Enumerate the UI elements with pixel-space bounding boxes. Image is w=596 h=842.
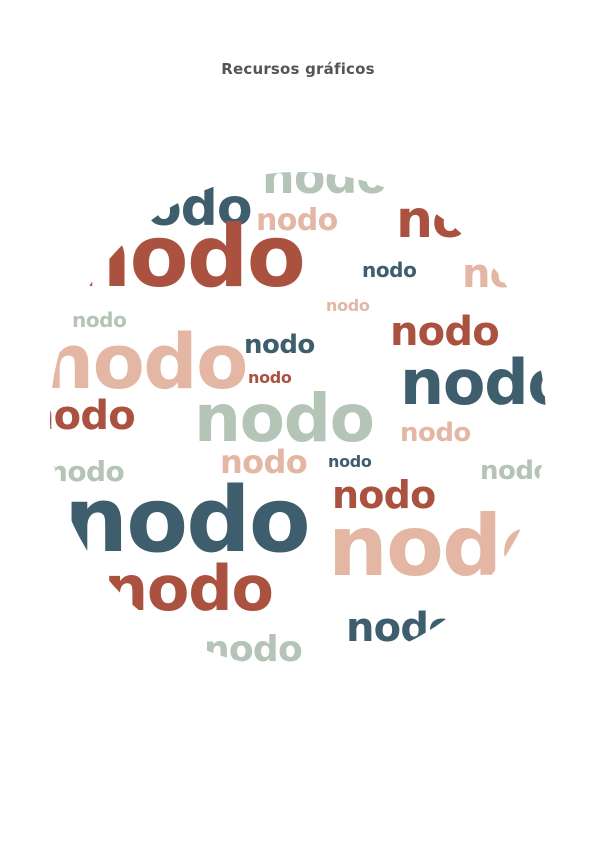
nodo-word: nodo: [346, 605, 456, 651]
nodo-word: nodo: [104, 552, 274, 625]
nodo-word: nodo: [362, 258, 417, 282]
nodo-word: nodo: [396, 190, 539, 250]
page-title: Recursos gráficos: [221, 60, 375, 78]
nodo-word: nodo: [326, 296, 370, 315]
nodo-word: nodo: [70, 207, 306, 307]
nodo-word: nodo: [50, 393, 136, 439]
nodo-word: nodo: [462, 251, 546, 297]
nodo-word: nodo: [262, 172, 388, 204]
nodo-word-circle: nodonodonodonodonodonodonodonodonodonodo…: [50, 172, 546, 668]
nodo-word: nodo: [400, 346, 546, 419]
nodo-word: nodo: [204, 629, 303, 668]
nodo-word: nodo: [328, 452, 372, 471]
nodo-word: nodo: [400, 418, 471, 448]
nodo-word: nodo: [244, 330, 315, 360]
nodo-word: nodo: [328, 497, 546, 595]
nodo-word: nodo: [480, 456, 546, 486]
